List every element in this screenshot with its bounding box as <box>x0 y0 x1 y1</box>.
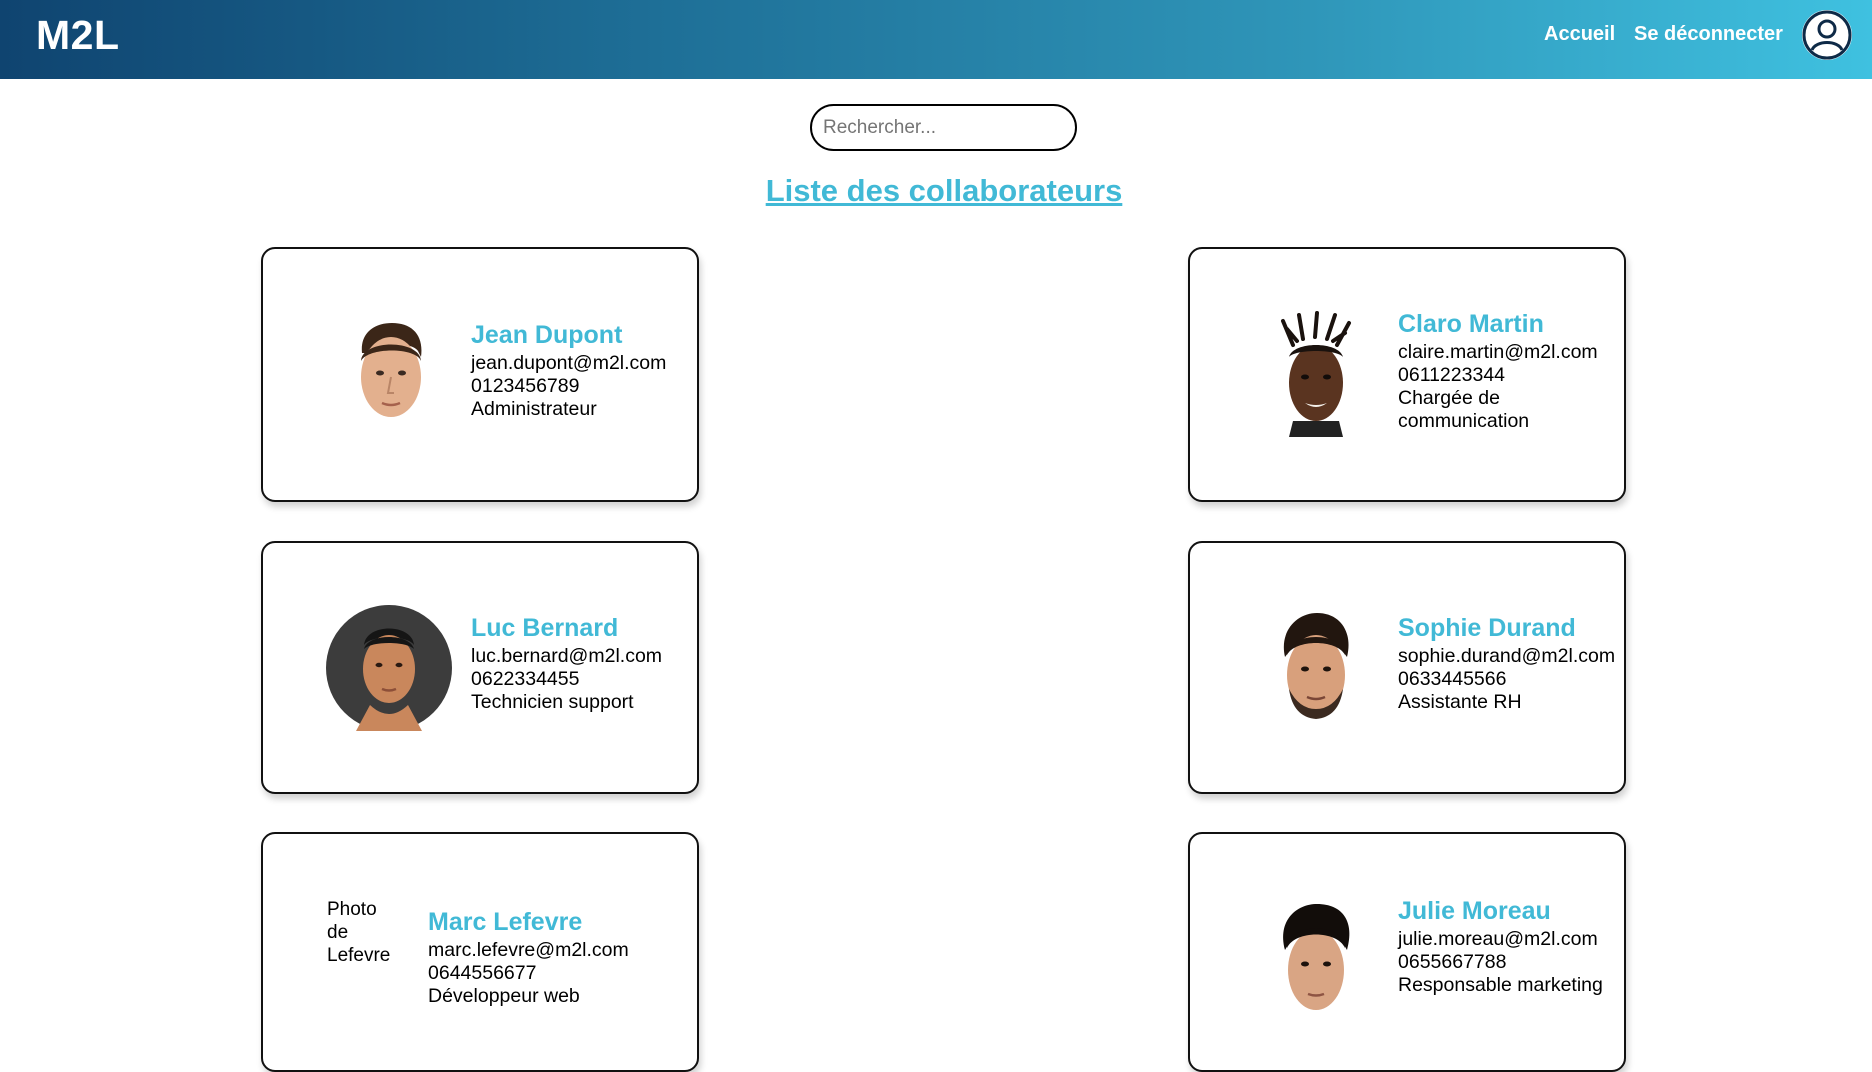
page-title[interactable]: Liste des collaborateurs <box>0 173 1872 209</box>
collaborator-info: Sophie Durand sophie.durand@m2l.com 0633… <box>1398 614 1615 714</box>
user-circle-icon[interactable] <box>1802 10 1852 60</box>
collaborator-photo <box>1253 896 1379 1022</box>
collaborator-phone: 0123456789 <box>471 375 580 397</box>
collaborator-photo <box>1253 311 1379 437</box>
collaborator-info: Marc Lefevre marc.lefevre@m2l.com 064455… <box>428 908 638 1008</box>
collaborator-info: Julie Moreau julie.moreau@m2l.com 065566… <box>1398 897 1608 997</box>
collaborator-role: Technicien support <box>471 691 634 713</box>
collaborator-name: Luc Bernard <box>471 614 619 642</box>
collaborator-card: Photo de Lefevre Marc Lefevre marc.lefev… <box>261 832 699 1072</box>
collaborator-email: claire.martin@m2l.com <box>1398 341 1598 363</box>
search-input[interactable] <box>810 104 1077 151</box>
collaborator-card: Luc Bernard luc.bernard@m2l.com 06223344… <box>261 541 699 794</box>
collaborator-phone: 0633445566 <box>1398 668 1507 690</box>
collaborator-email: julie.moreau@m2l.com <box>1398 928 1598 950</box>
collaborator-role: Assistante RH <box>1398 691 1522 713</box>
collaborator-photo <box>328 311 454 437</box>
collaborator-info: Claro Martin claire.martin@m2l.com 06112… <box>1398 310 1608 433</box>
nav-home-link[interactable]: Accueil <box>1544 23 1615 46</box>
collaborator-role: Responsable marketing <box>1398 974 1603 996</box>
collaborator-phone: 0622334455 <box>471 668 580 690</box>
collaborator-email: luc.bernard@m2l.com <box>471 645 663 667</box>
brand-logo[interactable]: M2L <box>36 12 120 59</box>
collaborator-info: Luc Bernard luc.bernard@m2l.com 06223344… <box>471 614 681 714</box>
collaborator-photo <box>326 605 452 731</box>
collaborator-name: Marc Lefevre <box>428 908 583 936</box>
collaborator-phone: 0611223344 <box>1398 364 1506 386</box>
collaborator-name: Claro Martin <box>1398 310 1544 338</box>
collaborator-card: Claro Martin claire.martin@m2l.com 06112… <box>1188 247 1626 502</box>
collaborator-role: Développeur web <box>428 985 580 1007</box>
collaborator-photo-broken: Photo de Lefevre <box>327 899 391 966</box>
collaborator-email: marc.lefevre@m2l.com <box>428 939 629 961</box>
nav-logout-link[interactable]: Se déconnecter <box>1634 23 1783 46</box>
collaborator-photo <box>1253 605 1379 731</box>
collaborator-name: Jean Dupont <box>471 321 623 349</box>
collaborator-role: Administrateur <box>471 398 597 420</box>
collaborator-phone: 0644556677 <box>428 962 537 984</box>
collaborator-name: Julie Moreau <box>1398 897 1551 925</box>
top-navbar: M2L Accueil Se déconnecter <box>0 0 1872 79</box>
collaborator-name: Sophie Durand <box>1398 614 1576 642</box>
collaborator-role: Chargée de communication <box>1398 387 1530 432</box>
collaborator-card: Julie Moreau julie.moreau@m2l.com 065566… <box>1188 832 1626 1072</box>
collaborator-phone: 0655667788 <box>1398 951 1507 973</box>
collaborator-card: Jean Dupont jean.dupont@m2l.com 01234567… <box>261 247 699 502</box>
collaborator-email: sophie.durand@m2l.com <box>1398 645 1616 667</box>
collaborator-card: Sophie Durand sophie.durand@m2l.com 0633… <box>1188 541 1626 794</box>
collaborator-email: jean.dupont@m2l.com <box>471 352 667 374</box>
collaborator-info: Jean Dupont jean.dupont@m2l.com 01234567… <box>471 321 681 421</box>
